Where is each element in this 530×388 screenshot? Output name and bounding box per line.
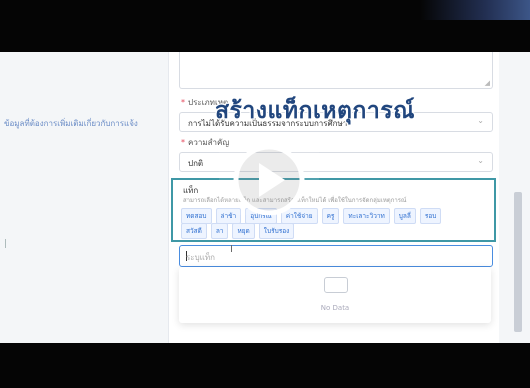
required-mark: * bbox=[181, 98, 185, 107]
tag-chip[interactable]: ใบรับรอง bbox=[258, 223, 295, 239]
tag-row-2: สวัสดี ลา หยุด ใบรับรอง bbox=[181, 223, 295, 239]
left-field-hint: ข้อมูลที่ต้องการเพิ่มเติมเกี่ยวกับการแจ้… bbox=[4, 119, 138, 128]
video-letterbox-bottom bbox=[0, 343, 530, 388]
resize-handle-icon[interactable]: ◢ bbox=[485, 79, 490, 87]
ibeam-cursor-icon: I bbox=[230, 244, 233, 255]
chevron-down-icon: ⌄ bbox=[477, 116, 484, 125]
tag-chip[interactable]: ทะเลาะวิวาท bbox=[343, 208, 390, 224]
tag-chip[interactable]: สวัสดี bbox=[181, 223, 207, 239]
tag-input[interactable]: ระบุแท็ก bbox=[179, 245, 493, 267]
left-mark: | bbox=[4, 239, 8, 249]
empty-box-icon bbox=[324, 277, 348, 293]
required-mark: * bbox=[181, 138, 185, 147]
tag-chip[interactable]: หยุด bbox=[232, 223, 255, 239]
priority-value: ปกติ bbox=[188, 159, 204, 168]
page-scrollbar[interactable] bbox=[514, 192, 522, 332]
tag-chip[interactable]: บูลลี่ bbox=[393, 208, 416, 224]
video-overlay-title: สร้างแท็กเหตุการณ์ bbox=[214, 97, 416, 126]
empty-text: No Data bbox=[320, 304, 350, 312]
chevron-down-icon: ⌄ bbox=[477, 156, 484, 165]
corner-glow bbox=[420, 0, 530, 20]
tag-chip[interactable]: ทดสอบ bbox=[181, 208, 212, 224]
tag-chip[interactable]: รอบ bbox=[419, 208, 442, 224]
tag-chip[interactable]: ลา bbox=[210, 223, 229, 239]
tag-dropdown: No Data bbox=[179, 267, 491, 323]
tag-chip[interactable]: ครู bbox=[321, 208, 340, 224]
tag-input-placeholder: ระบุแท็ก bbox=[186, 253, 215, 262]
description-textarea[interactable]: ◢ bbox=[179, 52, 493, 89]
play-icon bbox=[233, 145, 305, 215]
play-button[interactable] bbox=[219, 145, 319, 215]
